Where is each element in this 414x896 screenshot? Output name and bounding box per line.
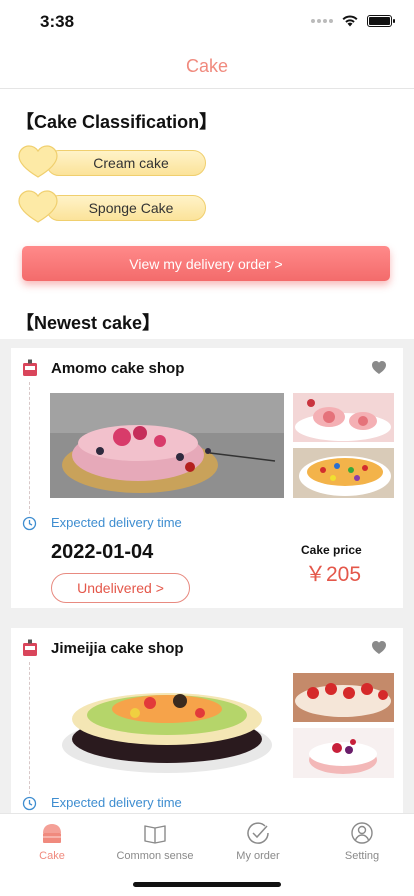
- tab-bar: Cake Common sense My order Setting: [0, 813, 414, 896]
- cake-icon: [43, 824, 61, 843]
- order-status-button[interactable]: Undelivered >: [51, 573, 190, 603]
- order-card[interactable]: Jimeijia cake shop Expected delivery tim…: [11, 628, 403, 813]
- status-icons: [311, 14, 395, 27]
- heart-icon: [18, 145, 58, 178]
- category-label: Cream cake: [46, 150, 206, 176]
- order-card[interactable]: Amomo cake shop Expected delivery time 2…: [11, 348, 403, 608]
- wifi-icon: [342, 15, 358, 27]
- price-label: Cake price: [301, 543, 362, 557]
- tab-label: My order: [236, 850, 280, 862]
- signal-icon: [311, 18, 333, 23]
- battery-icon: [367, 14, 395, 27]
- timeline-line: [29, 662, 30, 794]
- cake-main-image: [50, 393, 284, 498]
- page-title: Cake: [185, 55, 229, 76]
- home-indicator[interactable]: [133, 882, 281, 887]
- cake-price: ￥205: [305, 563, 362, 586]
- category-cream-cake[interactable]: Cream cake: [16, 145, 206, 178]
- cake-main-image: [50, 673, 284, 778]
- favorite-heart-icon[interactable]: [371, 360, 387, 375]
- heart-icon: [18, 190, 58, 223]
- check-circle-icon: [247, 822, 269, 844]
- newest-cake-title: 【Newest cake】: [16, 313, 161, 333]
- tab-cake[interactable]: Cake: [2, 820, 102, 864]
- favorite-heart-icon[interactable]: [371, 640, 387, 655]
- shop-name: Jimeijia cake shop: [51, 640, 184, 657]
- cake-thumb-image: [293, 673, 394, 722]
- tab-label: Common sense: [116, 850, 194, 862]
- tab-common-sense[interactable]: Common sense: [105, 820, 205, 864]
- tab-my-order[interactable]: My order: [208, 820, 308, 864]
- category-label: Sponge Cake: [46, 195, 206, 221]
- nav-bar: Cake: [0, 44, 414, 89]
- cake-thumb-image: [293, 393, 394, 442]
- status-bar: 3:38: [0, 0, 414, 44]
- cake-thumb-image: [293, 728, 394, 778]
- classification-title: 【Cake Classification】: [16, 112, 218, 132]
- cake-feed[interactable]: Amomo cake shop Expected delivery time 2…: [0, 339, 414, 813]
- clock-icon: [22, 516, 37, 531]
- tab-setting[interactable]: Setting: [312, 820, 412, 864]
- status-time: 3:38: [40, 12, 75, 31]
- delivery-date: 2022-01-04: [51, 541, 154, 563]
- expected-delivery-label: Expected delivery time: [51, 515, 182, 530]
- expected-delivery-label: Expected delivery time: [51, 795, 182, 810]
- category-sponge-cake[interactable]: Sponge Cake: [16, 190, 206, 223]
- clock-icon: [22, 796, 37, 811]
- view-delivery-order-button[interactable]: View my delivery order >: [22, 246, 390, 281]
- book-icon: [144, 825, 166, 844]
- user-circle-icon: [351, 822, 373, 844]
- timeline-line: [29, 382, 30, 514]
- tab-label: Cake: [39, 850, 65, 862]
- shop-icon: [23, 359, 37, 376]
- cake-thumb-image: [293, 448, 394, 498]
- shop-name: Amomo cake shop: [51, 360, 185, 377]
- shop-icon: [23, 639, 37, 656]
- tab-label: Setting: [344, 850, 380, 862]
